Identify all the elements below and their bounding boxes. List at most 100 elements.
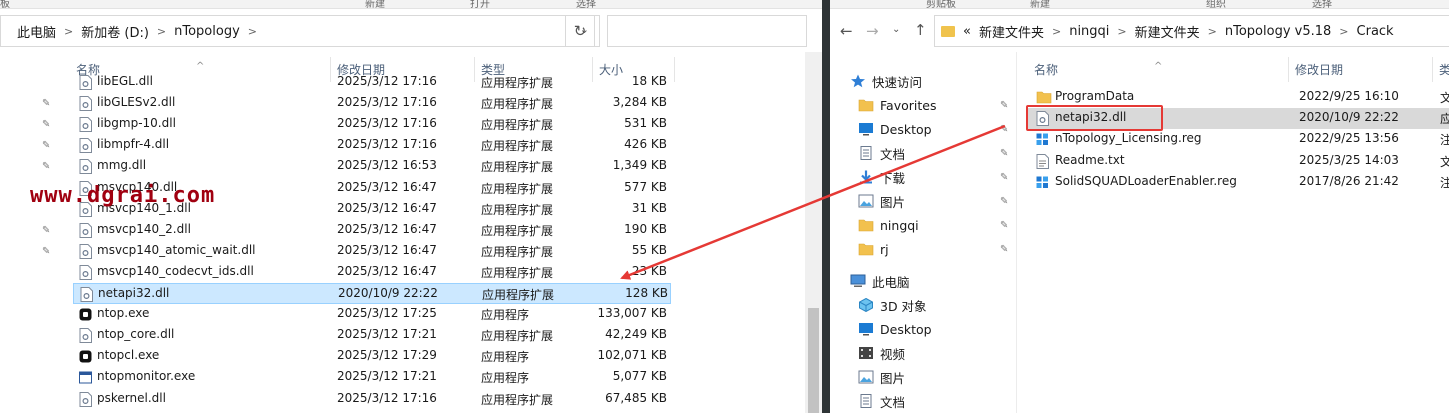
table-row[interactable]: ntop.exe 2025/3/12 17:25 应用程序 133,007 KB: [73, 304, 671, 325]
nav-item[interactable]: 3D 对象: [858, 294, 927, 316]
table-row[interactable]: msvcp140_2.dll 2025/3/12 16:47 应用程序扩展 190 K…: [73, 220, 671, 241]
watermark-text: www.dgrai.com: [30, 183, 216, 208]
computer-icon: [850, 274, 866, 288]
file-size: 190 KB: [624, 221, 667, 236]
file-size: 31 KB: [631, 200, 667, 215]
file-size: 23 KB: [631, 263, 667, 278]
file-name: pskernel.dll: [97, 390, 166, 405]
file-date: 2025/3/12 17:21: [337, 369, 437, 384]
file-type: 应用程序扩展: [481, 329, 554, 344]
ribbon-tab[interactable]: 组织: [1206, 0, 1226, 8]
breadcrumb-item[interactable]: nTopology: [170, 24, 244, 39]
table-row[interactable]: ntopcl.exe 2025/3/12 17:29 应用程序 102,071 KB: [73, 346, 671, 367]
nav-item[interactable]: 此电脑: [850, 270, 910, 292]
chevron-right-icon[interactable]: >: [244, 25, 261, 38]
ribbon-tab[interactable]: 选择: [1312, 0, 1332, 8]
table-row[interactable]: netapi32.dll 2020/10/9 22:22 应用程序扩展 128 KB: [73, 283, 671, 304]
table-row[interactable]: libGLESv2.dll 2025/3/12 17:16 应用程序扩展 3,284 …: [73, 93, 671, 114]
folder-icon: [941, 25, 955, 37]
breadcrumb-item[interactable]: 新加卷 (D:): [77, 22, 153, 41]
column-header-date[interactable]: 修改日期: [1295, 61, 1343, 78]
nav-item[interactable]: 视频: [858, 342, 905, 364]
table-row[interactable]: ntop_core.dll 2025/3/12 17:21 应用程序扩展 42,249…: [73, 325, 671, 346]
nav-item-label: Favorites: [880, 97, 937, 113]
chevron-right-icon[interactable]: >: [1204, 25, 1221, 38]
nav-item[interactable]: Desktop: [858, 318, 932, 340]
table-row[interactable]: msvcp140_codecvt_ids.dll 2025/3/12 16:47 应…: [73, 262, 671, 283]
breadcrumb-item[interactable]: 此电脑: [1, 22, 60, 41]
address-bar[interactable]: « 新建文件夹 > ningqi > 新建文件夹 > nTopology v5.…: [934, 15, 1449, 47]
ribbon-tab[interactable]: 选择: [576, 0, 596, 8]
dll-file-icon: [80, 287, 93, 302]
table-row[interactable]: mmg.dll 2025/3/12 16:53 应用程序扩展 1,349 KB: [73, 156, 671, 177]
nav-item[interactable]: Favorites: [858, 94, 936, 116]
table-row[interactable]: pskernel.dll 2025/3/12 17:16 应用程序扩展 67,485 …: [73, 389, 671, 410]
video-icon: [858, 346, 874, 360]
breadcrumb-item[interactable]: ningqi: [1065, 24, 1113, 39]
file-name: ProgramData: [1055, 89, 1135, 103]
table-row[interactable]: Readme.txt 2025/3/25 14:03 文: [1026, 151, 1449, 172]
nav-item[interactable]: ningqi: [858, 214, 919, 236]
column-header-type[interactable]: 类: [1439, 61, 1449, 78]
file-date: 2025/3/12 17:16: [337, 95, 437, 110]
table-row[interactable]: libEGL.dll 2025/3/12 17:16 应用程序扩展 18 KB: [73, 72, 671, 93]
chevron-right-icon[interactable]: >: [153, 25, 170, 38]
ribbon-strip: 板 新建 打开 选择: [0, 0, 822, 9]
ribbon-tab[interactable]: 打开: [470, 0, 490, 8]
nav-item[interactable]: 下载: [858, 166, 905, 188]
left-explorer-window: 板 新建 打开 选择 此电脑 > 新加卷 (D:) > nTopology > …: [0, 0, 822, 413]
address-bar[interactable]: 此电脑 > 新加卷 (D:) > nTopology > ⌄: [0, 15, 600, 47]
table-row[interactable]: libgmp-10.dll 2025/3/12 17:16 应用程序扩展 531 KB: [73, 114, 671, 135]
nav-item[interactable]: 文档: [858, 390, 905, 412]
nav-item-label: 此电脑: [872, 274, 910, 290]
chevron-right-icon[interactable]: >: [60, 25, 77, 38]
nav-item-label: 文档: [880, 146, 906, 162]
breadcrumb-item[interactable]: 新建文件夹: [1131, 22, 1204, 41]
chevron-right-icon[interactable]: >: [1113, 25, 1130, 38]
pin-icon: ✎: [1000, 148, 1009, 159]
ribbon-tab[interactable]: 新建: [365, 0, 385, 8]
breadcrumb-item[interactable]: nTopology v5.18: [1221, 24, 1335, 39]
nav-item[interactable]: 图片: [858, 190, 905, 212]
chevron-right-icon[interactable]: >: [1048, 25, 1065, 38]
recent-dropdown-icon[interactable]: ⌄: [892, 24, 900, 35]
document-icon: [858, 394, 874, 408]
pictures-icon: [858, 370, 874, 384]
ntop-app-icon: [79, 349, 92, 364]
refresh-button[interactable]: ↻: [565, 15, 595, 47]
ribbon-tab[interactable]: 新建: [1030, 0, 1050, 8]
nav-item-label: Desktop: [880, 121, 932, 137]
breadcrumb-item[interactable]: 新建文件夹: [975, 22, 1048, 41]
back-arrow-icon[interactable]: ←: [840, 22, 853, 40]
window-divider: [822, 0, 830, 413]
ribbon-tab[interactable]: 剪贴板: [926, 0, 956, 8]
column-header-name[interactable]: 名称: [1034, 61, 1058, 78]
nav-item[interactable]: rj: [858, 238, 889, 260]
right-explorer-window: 剪贴板 新建 组织 选择 ← → ⌄ ↑ « 新建文件夹 > ningqi > …: [830, 0, 1449, 413]
chevron-right-icon[interactable]: >: [1335, 25, 1352, 38]
ntop-app-icon: [79, 307, 92, 322]
file-date: 2025/3/12 17:16: [337, 74, 437, 88]
search-input[interactable]: [607, 15, 807, 47]
table-row[interactable]: msvcp140_atomic_wait.dll 2025/3/12 16:47 应…: [73, 241, 671, 262]
nav-item[interactable]: Desktop: [858, 118, 932, 140]
vertical-scrollbar[interactable]: [805, 52, 822, 413]
table-row[interactable]: ntopmonitor.exe 2025/3/12 17:21 应用程序 5,077 …: [73, 367, 671, 388]
table-row[interactable]: libmpfr-4.dll 2025/3/12 17:16 应用程序扩展 426 KB: [73, 135, 671, 156]
table-row[interactable]: SolidSQUADLoaderEnabler.reg 2017/8/26 21:…: [1026, 172, 1449, 193]
ribbon-tab[interactable]: 板: [0, 0, 10, 8]
nav-item[interactable]: 图片: [858, 366, 905, 388]
file-name: ntop_core.dll: [97, 327, 175, 342]
nav-item[interactable]: 快速访问: [850, 70, 922, 92]
table-row[interactable]: nTopology_Licensing.reg 2022/9/25 13:56 注: [1026, 129, 1449, 150]
file-type: 应用程序扩展: [481, 202, 554, 217]
forward-arrow-icon[interactable]: →: [866, 22, 879, 40]
up-arrow-icon[interactable]: ↑: [914, 21, 927, 39]
pin-icon: ✎: [1000, 196, 1009, 207]
breadcrumb-overflow[interactable]: «: [959, 24, 975, 39]
breadcrumb-item[interactable]: Crack: [1353, 24, 1398, 39]
file-name: netapi32.dll: [98, 286, 170, 300]
scrollbar-thumb[interactable]: [808, 308, 819, 413]
nav-item-label: 下载: [880, 170, 906, 186]
nav-item[interactable]: 文档: [858, 142, 905, 164]
